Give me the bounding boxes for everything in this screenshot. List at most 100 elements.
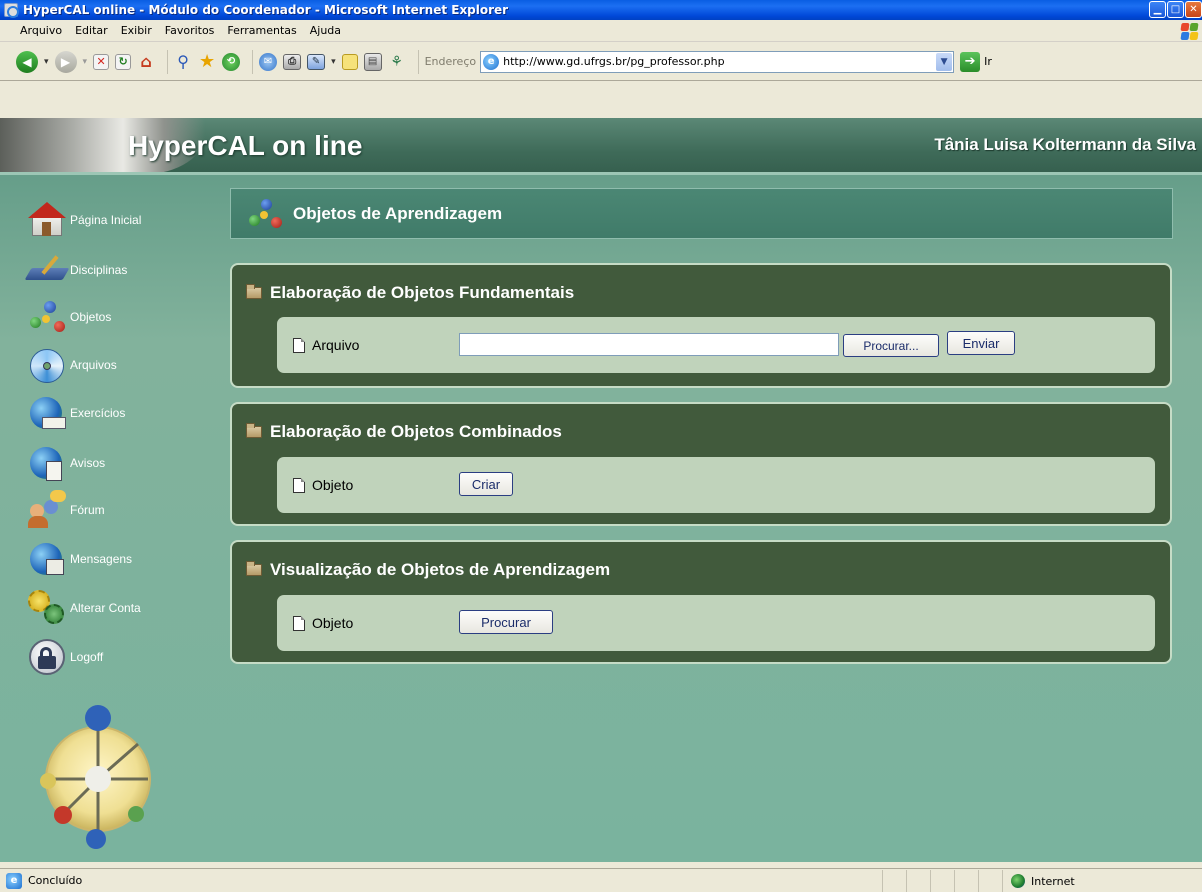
sidebar-item-disciplinas[interactable]: Disciplinas [24,250,128,290]
menu-favoritos[interactable]: Favoritos [165,24,215,37]
panel-objetos-fundamentais: Elaboração de Objetos Fundamentais Arqui… [230,263,1172,388]
research-icon[interactable]: ⚘ [388,53,406,71]
panel-form-row: Objeto Criar [277,457,1155,513]
panel-title-label: Elaboração de Objetos Fundamentais [270,283,575,302]
panel-title-label: Elaboração de Objetos Combinados [270,422,562,441]
close-button[interactable]: ✕ [1185,1,1202,18]
document-icon [293,477,305,493]
minimize-button[interactable]: ▁ [1149,1,1166,18]
address-label: Endereço [424,55,477,68]
sidebar-item-label: Avisos [70,456,106,470]
page-icon: e [483,53,500,70]
toolbar: ◀ ▾ ▶ ▾ ✕ ↻ ⌂ ⚲ ★ ⟲ ✉ ⎙ ✎ ▾ ▤ ⚘ Endereço… [0,43,1202,81]
back-icon[interactable]: ◀ [16,50,38,73]
window-titlebar[interactable]: HyperCAL online - Módulo do Coordenador … [0,0,1202,20]
sidebar-item-arquivos[interactable]: Arquivos [26,345,117,385]
gears-icon [26,588,68,628]
panel-form-row: Objeto Procurar [277,595,1155,651]
page-status-icon: e [6,872,22,889]
forward-dropdown-icon[interactable]: ▾ [83,57,88,67]
menu-exibir[interactable]: Exibir [121,24,152,37]
globe-icon [1011,874,1025,888]
status-cell [978,870,1002,892]
back-dropdown-icon[interactable]: ▾ [44,57,49,67]
history-icon[interactable]: ⟲ [222,52,241,71]
address-dropdown-icon[interactable]: ▼ [936,52,953,71]
site-header: HyperCAL on line Tânia Luisa Koltermann … [0,118,1202,174]
hypercal-logo [40,705,151,849]
window-controls: ▁ □ ✕ [1149,1,1202,18]
book-icon [24,250,70,290]
stop-icon[interactable]: ✕ [93,53,110,70]
toolbar-separator [252,49,254,74]
toolbar-separator [167,49,169,74]
discuss-icon[interactable] [341,53,358,70]
home-icon[interactable]: ⌂ [137,52,155,71]
menu-ferramentas[interactable]: Ferramentas [227,24,296,37]
search-icon[interactable]: ⚲ [174,52,192,71]
edit-icon[interactable]: ✎ [307,53,326,70]
sidebar-item-avisos[interactable]: Avisos [26,443,105,483]
folder-icon [246,423,262,438]
sidebar-item-forum[interactable]: Fórum [26,490,105,530]
status-text: Concluído [28,874,83,887]
panel-objetos-combinados: Elaboração de Objetos Combinados Objeto … [230,402,1172,526]
sidebar-item-label: Disciplinas [70,263,128,277]
forward-icon[interactable]: ▶ [54,50,77,73]
cd-icon [26,345,68,385]
users-chat-icon [26,490,68,530]
maximize-button[interactable]: □ [1167,1,1184,18]
globe-mail-icon [26,539,68,579]
create-button[interactable]: Criar [459,472,513,496]
sidebar-item-pagina-inicial[interactable]: Página Inicial [26,200,141,240]
go-icon[interactable]: ➔ [960,51,981,72]
sidebar-item-label: Fórum [70,503,105,517]
sidebar-item-label: Logoff [70,650,104,664]
menu-arquivo[interactable]: Arquivo [20,24,62,37]
search-button[interactable]: Procurar [459,610,553,634]
globe-doc-icon [26,443,68,483]
panel-title: Visualização de Objetos de Aprendizagem [246,560,610,580]
sidebar-item-label: Página Inicial [70,213,142,227]
address-bar[interactable]: e http://www.gd.ufrgs.br/pg_professor.ph… [480,50,955,73]
status-bar: e Concluído Internet [0,868,1202,892]
section-title-bar: Objetos de Aprendizagem [230,188,1173,239]
home-icon [26,200,68,240]
sidebar-item-logoff[interactable]: Logoff [26,637,103,677]
mail-icon[interactable]: ✉ [259,52,278,71]
window-title: HyperCAL online - Módulo do Coordenador … [23,3,509,17]
edit-dropdown-icon[interactable]: ▾ [331,57,336,67]
menu-editar[interactable]: Editar [75,24,108,37]
status-cell [906,870,930,892]
refresh-icon[interactable]: ↻ [115,53,132,70]
security-zone[interactable]: Internet [1002,870,1202,892]
field-label: Objeto [312,615,354,631]
zone-label: Internet [1031,874,1075,888]
sidebar-item-exercicios[interactable]: Exercícios [26,393,125,433]
sidebar-item-alterar-conta[interactable]: Alterar Conta [26,588,141,628]
document-icon [293,337,305,353]
molecule-icon [26,297,68,337]
status-cell [954,870,978,892]
file-path-input[interactable] [459,333,839,356]
sidebar-item-objetos[interactable]: Objetos [26,297,111,337]
sidebar-item-label: Arquivos [70,358,117,372]
favorites-icon[interactable]: ★ [198,51,216,72]
print-icon[interactable]: ⎙ [283,53,302,70]
panel-form-row: Arquivo Procurar... Enviar [277,317,1155,373]
field-label: Objeto [312,477,354,493]
sidebar-item-label: Objetos [70,310,112,324]
globe-pencil-icon [26,393,68,433]
menu-ajuda[interactable]: Ajuda [310,24,341,37]
browse-button[interactable]: Procurar... [843,334,939,357]
submit-button[interactable]: Enviar [947,331,1015,355]
go-button[interactable]: Ir [984,55,992,68]
lock-icon [26,637,68,677]
toolbar-separator [417,49,419,74]
folder-icon [246,284,262,299]
messenger-icon[interactable]: ▤ [363,52,382,71]
sidebar-item-mensagens[interactable]: Mensagens [26,539,132,579]
address-input[interactable]: http://www.gd.ufrgs.br/pg_professor.php [503,55,724,68]
windows-flag-icon [1180,22,1199,40]
panel-title-label: Visualização de Objetos de Aprendizagem [270,560,611,579]
